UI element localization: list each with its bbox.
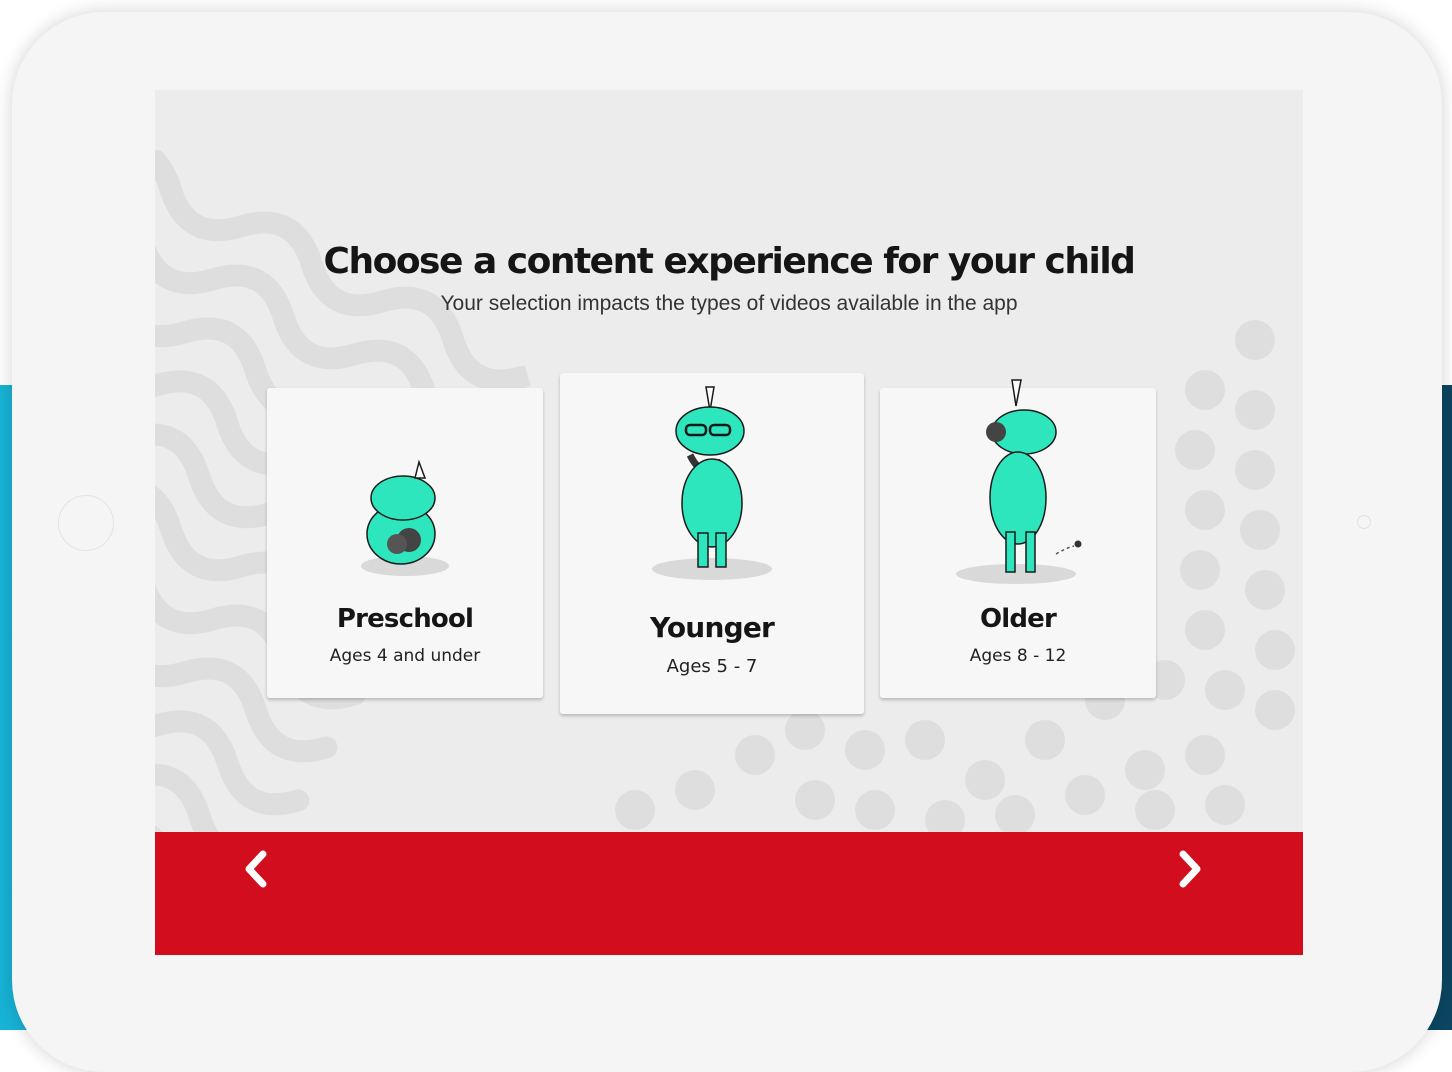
page-subtitle: Your selection impacts the types of vide… <box>440 292 1018 315</box>
option-card-older[interactable]: Older Ages 8 - 12 <box>880 379 1156 698</box>
navigation-bar <box>155 832 1303 955</box>
option-card-younger[interactable]: Younger Ages 5 - 7 <box>560 373 864 714</box>
option-ages: Ages 5 - 7 <box>666 656 758 677</box>
option-ages: Ages 4 and under <box>329 646 481 666</box>
option-card-preschool[interactable]: Preschool Ages 4 and under <box>267 388 543 698</box>
option-ages: Ages 8 - 12 <box>969 646 1067 666</box>
option-title: Younger <box>649 611 775 644</box>
app-screen: Choose a content experience for your chi… <box>155 90 1303 955</box>
unicorn-with-glasses-icon <box>652 386 772 580</box>
unicorn-with-headphones-icon <box>956 379 1082 584</box>
option-title: Older <box>979 604 1057 634</box>
page-title: Choose a content experience for your chi… <box>323 241 1136 282</box>
sitting-unicorn-icon <box>361 459 449 576</box>
option-title: Preschool <box>336 604 474 634</box>
camera-icon <box>1357 515 1371 529</box>
home-button[interactable] <box>58 495 114 551</box>
chevron-right-icon[interactable] <box>1175 850 1207 888</box>
chevron-left-icon[interactable] <box>239 850 271 888</box>
